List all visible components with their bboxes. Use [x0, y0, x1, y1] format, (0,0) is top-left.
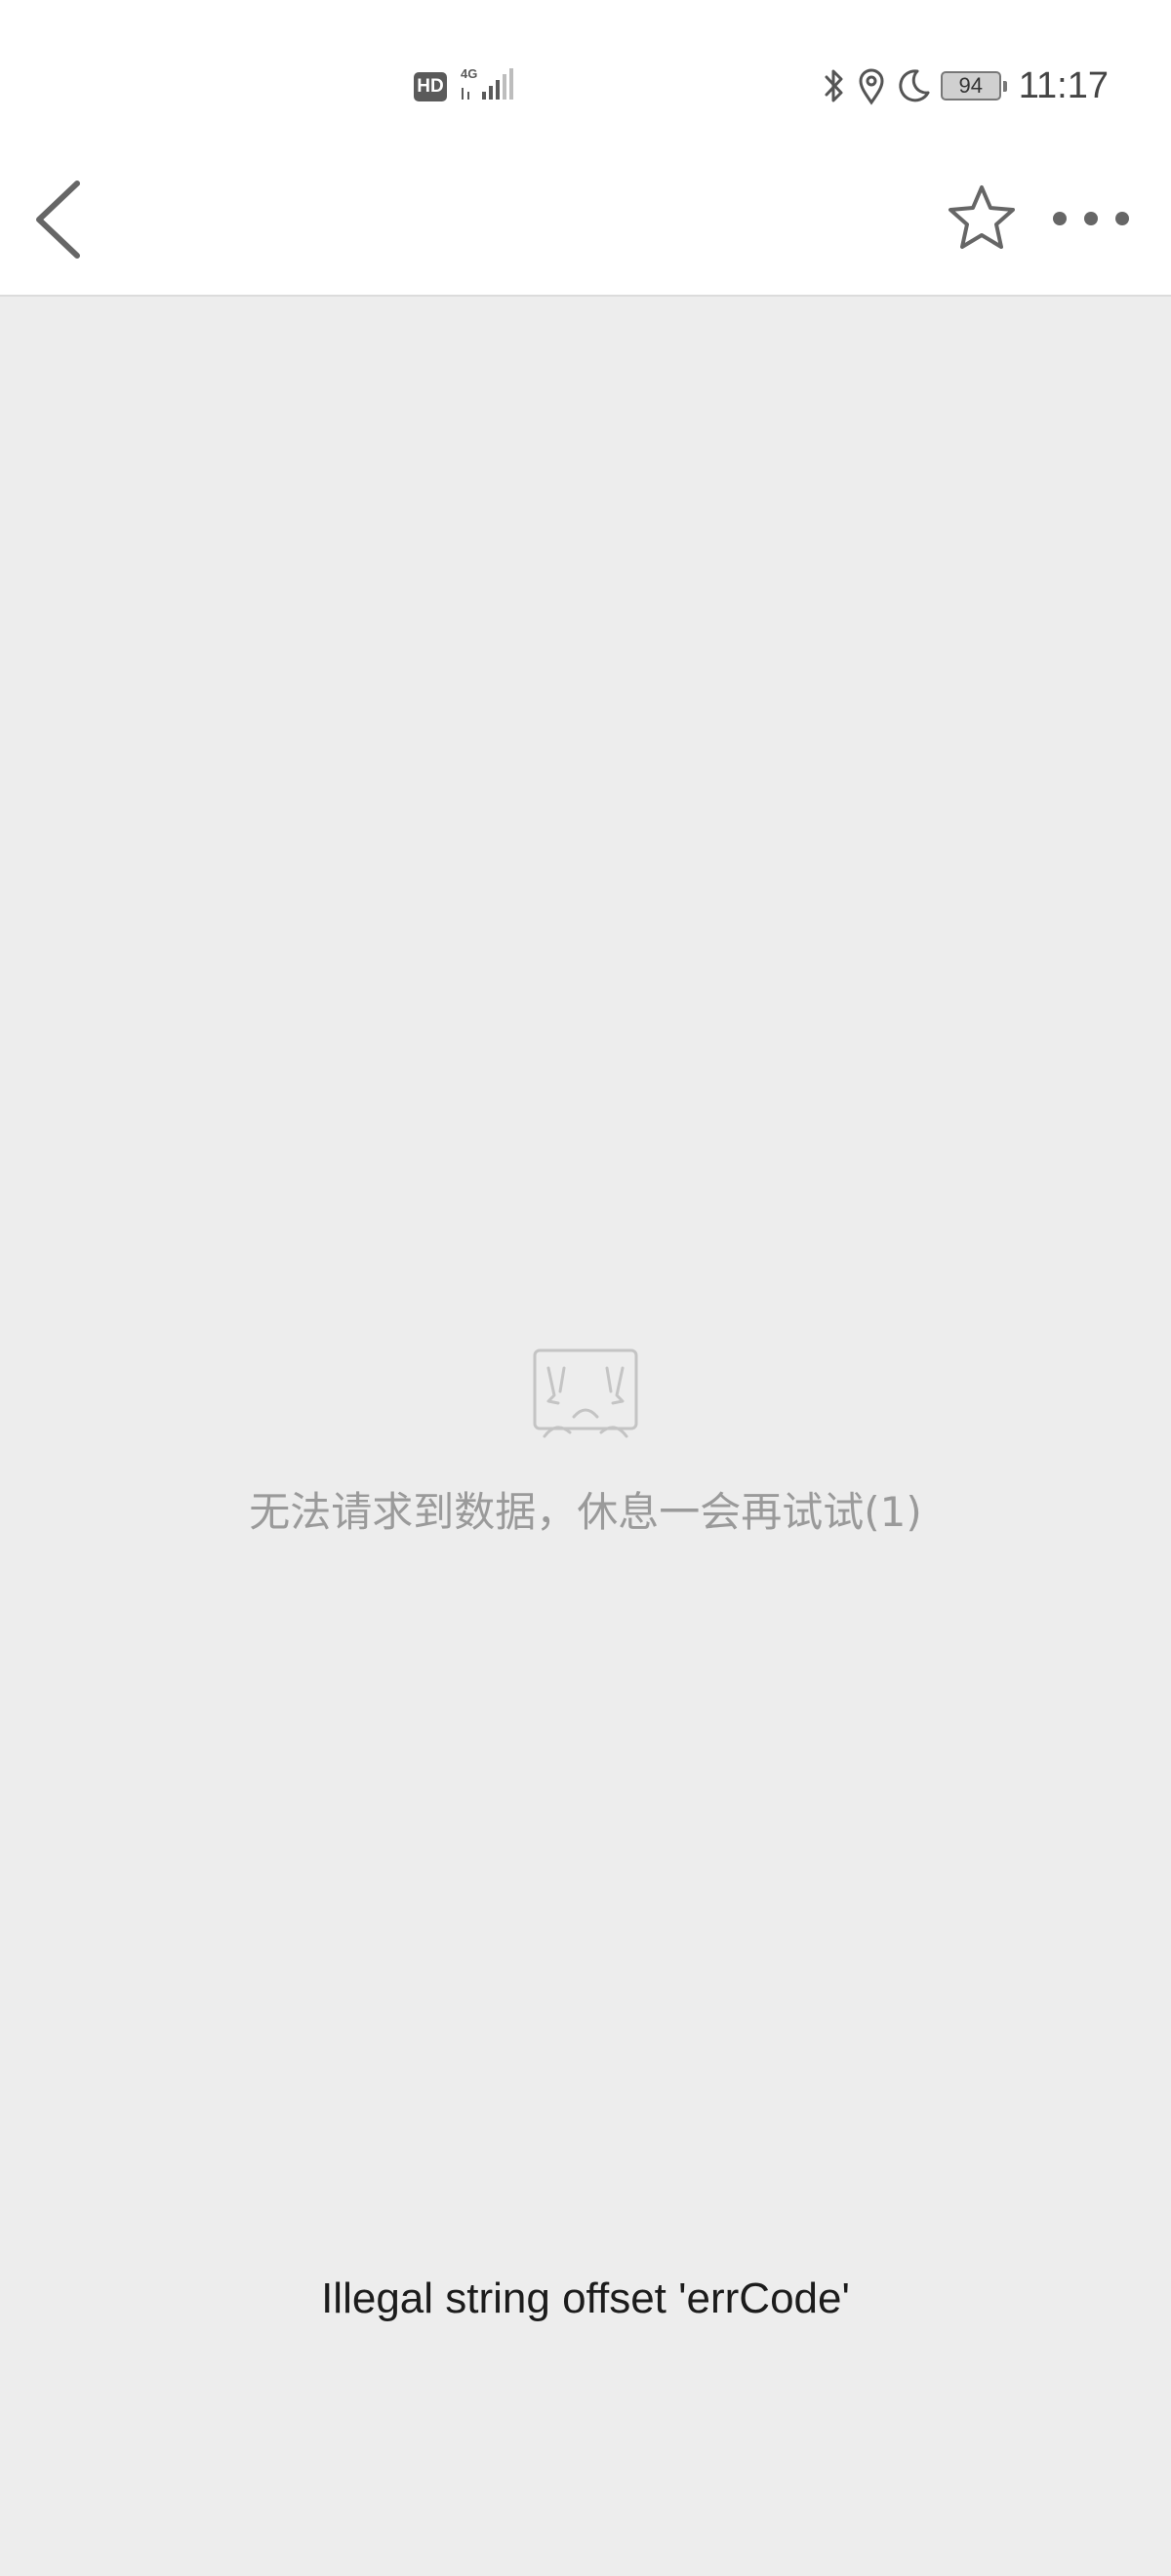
- hd-voice-icon: HD: [414, 72, 447, 101]
- bluetooth-icon: [825, 69, 843, 102]
- empty-state-message: 无法请求到数据，休息一会再试试(1): [249, 1488, 922, 1536]
- more-dots-icon: [1053, 212, 1129, 225]
- status-right-group: 94 11:17: [822, 59, 1109, 113]
- error-message: Illegal string offset 'errCode': [321, 2274, 850, 2322]
- nav-bar: [0, 146, 1171, 297]
- more-options-button[interactable]: [1044, 191, 1142, 246]
- back-arrow-icon: [36, 181, 80, 259]
- crying-face-icon: [533, 1348, 638, 1438]
- network-type-label: 4G: [461, 66, 477, 81]
- signal-4g-icon: 4G: [461, 66, 513, 100]
- back-button[interactable]: [21, 176, 100, 263]
- favorite-button[interactable]: [943, 180, 1021, 258]
- star-icon: [949, 185, 1015, 249]
- status-bar: HD 4G 94 11:17: [0, 0, 1171, 146]
- location-icon: [859, 68, 884, 105]
- app-screen: HD 4G 94 11:17 无法请求到数据，休息一会再试试(1) Illega…: [0, 0, 1171, 2576]
- battery-level: 94: [958, 73, 983, 98]
- moon-icon: [899, 69, 930, 102]
- battery-icon: 94: [940, 71, 1007, 101]
- status-time: 11:17: [1018, 64, 1109, 106]
